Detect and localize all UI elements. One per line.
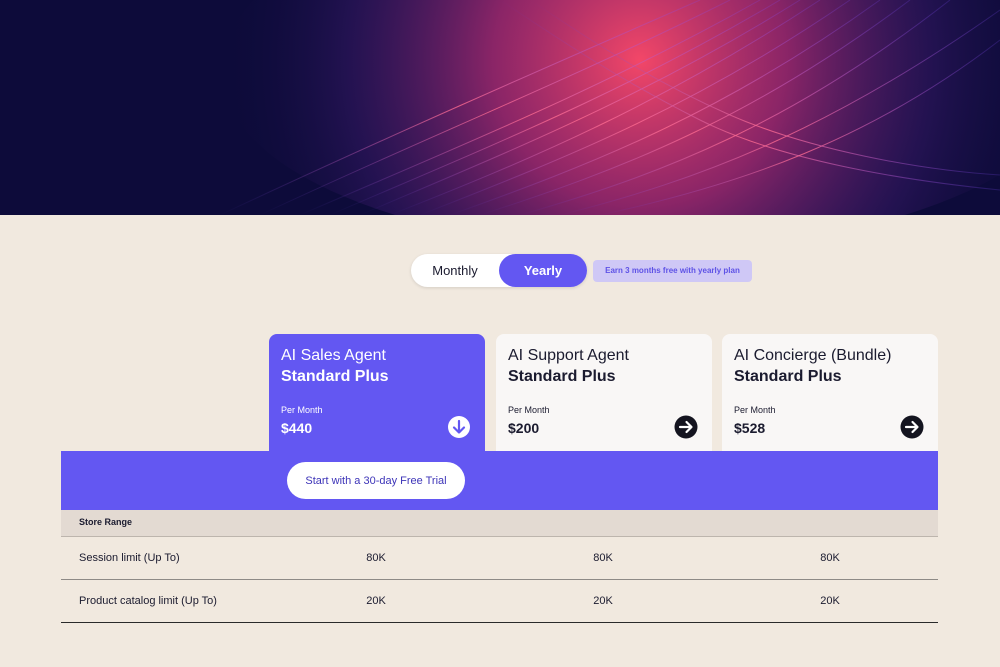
plan-price: $200	[508, 420, 540, 436]
plan-card-concierge-bundle[interactable]: AI Concierge (Bundle) Standard Plus Per …	[722, 334, 938, 464]
cell-value: 20K	[593, 595, 613, 607]
plan-card-support-agent[interactable]: AI Support Agent Standard Plus Per Month…	[496, 334, 712, 464]
plan-name: AI Concierge (Bundle)	[734, 347, 892, 364]
cell-value: 80K	[366, 552, 386, 564]
row-label: Session limit (Up To)	[79, 552, 180, 564]
plan-tier: Standard Plus	[281, 368, 389, 385]
cell-value: 80K	[820, 552, 840, 564]
section-label: Store Range	[79, 517, 133, 527]
cell-value: 20K	[366, 595, 386, 607]
arrow-right-circle-icon[interactable]	[674, 415, 698, 439]
table-row: Session limit (Up To) 80K 80K 80K	[61, 537, 938, 580]
price-period-label: Per Month	[281, 405, 323, 415]
cta-band	[61, 451, 938, 510]
yearly-option[interactable]: Yearly	[499, 254, 587, 287]
start-free-trial-button[interactable]: Start with a 30-day Free Trial	[287, 462, 465, 499]
plan-tier: Standard Plus	[508, 368, 616, 385]
arrow-right-circle-icon[interactable]	[900, 415, 924, 439]
plan-price: $528	[734, 420, 766, 436]
billing-period-toggle[interactable]: Monthly Yearly	[411, 254, 587, 287]
plan-card-sales-agent[interactable]: AI Sales Agent Standard Plus Per Month $…	[269, 334, 485, 464]
monthly-option[interactable]: Monthly	[411, 254, 499, 287]
arrow-down-circle-icon[interactable]	[447, 415, 471, 439]
price-period-label: Per Month	[508, 405, 550, 415]
hero-light-streaks-image	[0, 0, 1000, 215]
cell-value: 80K	[593, 552, 613, 564]
row-label: Product catalog limit (Up To)	[79, 595, 217, 607]
price-period-label: Per Month	[734, 405, 776, 415]
table-section-header: Store Range	[61, 510, 938, 537]
plan-name: AI Support Agent	[508, 347, 629, 364]
cell-value: 20K	[820, 595, 840, 607]
plan-tier: Standard Plus	[734, 368, 842, 385]
table-row: Product catalog limit (Up To) 20K 20K 20…	[61, 580, 938, 623]
hero-banner	[0, 0, 1000, 215]
plan-name: AI Sales Agent	[281, 347, 386, 364]
yearly-promo-badge: Earn 3 months free with yearly plan	[593, 260, 752, 282]
plan-price: $440	[281, 420, 313, 436]
